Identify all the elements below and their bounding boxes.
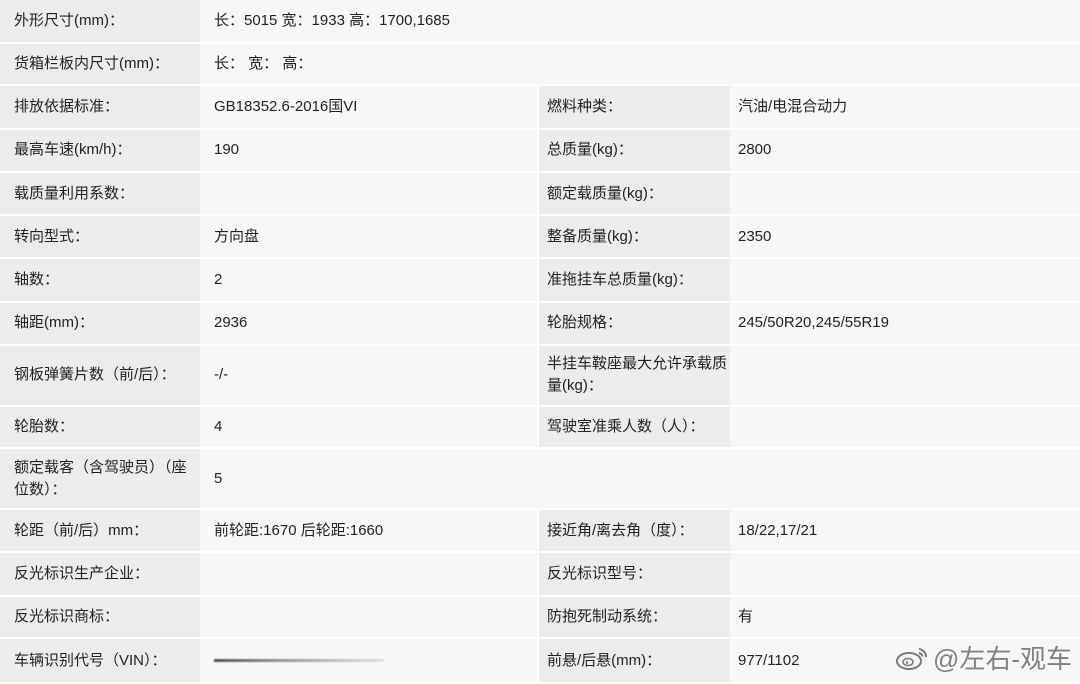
table-row: 载质量利用系数： 额定载质量(kg)： — [0, 171, 1080, 217]
spec-value: -/- — [200, 344, 538, 407]
spec-value: 汽油/电混合动力 — [730, 85, 1080, 131]
spec-label: 接近角/离去角（度）： — [537, 509, 730, 553]
table-row: 货箱栏板内尺寸(mm)： 长： 宽： 高： — [0, 42, 1080, 87]
spec-value — [730, 344, 1080, 407]
spec-label: 载质量利用系数： — [0, 171, 200, 217]
spec-value: 2350 — [730, 215, 1080, 260]
vin-value — [200, 638, 538, 684]
spec-label: 货箱栏板内尺寸(mm)： — [0, 42, 200, 87]
spec-label: 轮胎规格： — [537, 301, 730, 346]
spec-label: 钢板弹簧片数（前/后）： — [0, 344, 200, 407]
spec-value: 长：5015 宽：1933 高：1700,1685 — [200, 0, 1080, 44]
table-row: 轮距（前/后）mm： 前轮距:1670 后轮距:1660 接近角/离去角（度）：… — [0, 509, 1080, 553]
table-row: 轮胎数： 4 驾驶室准乘人数（人）： — [0, 405, 1080, 450]
weibo-watermark: @左右-观车 — [895, 639, 1072, 676]
table-row: 钢板弹簧片数（前/后）： -/- 半挂车鞍座最大允许承载质量(kg)： — [0, 344, 1080, 407]
spec-value: 190 — [200, 129, 538, 173]
spec-label: 轴数： — [0, 258, 200, 303]
table-row: 排放依据标准： GB18352.6-2016国VI 燃料种类： 汽油/电混合动力 — [0, 85, 1080, 131]
spec-value: GB18352.6-2016国VI — [200, 85, 538, 131]
spec-value: 2 — [200, 258, 538, 303]
spec-label: 反光标识商标： — [0, 595, 200, 640]
spec-value — [200, 551, 538, 597]
spec-value: 2800 — [730, 129, 1080, 173]
spec-value — [730, 258, 1080, 303]
spec-value — [200, 171, 538, 217]
spec-value: 前轮距:1670 后轮距:1660 — [200, 509, 538, 553]
spec-label: 转向型式： — [0, 215, 200, 260]
spec-label: 整备质量(kg)： — [537, 215, 730, 260]
spec-value — [730, 171, 1080, 217]
spec-value — [730, 405, 1080, 450]
spec-label: 轴距(mm)： — [0, 301, 200, 346]
spec-label: 驾驶室准乘人数（人）： — [537, 405, 730, 450]
spec-value: 245/50R20,245/55R19 — [730, 301, 1080, 346]
table-row: 转向型式： 方向盘 整备质量(kg)： 2350 — [0, 215, 1080, 260]
spec-label: 轮胎数： — [0, 405, 200, 450]
spec-label: 半挂车鞍座最大允许承载质量(kg)： — [537, 344, 730, 407]
spec-label: 额定载客（含驾驶员）（座位数）： — [0, 448, 200, 511]
table-row: 轴距(mm)： 2936 轮胎规格： 245/50R20,245/55R19 — [0, 301, 1080, 346]
table-row: 额定载客（含驾驶员）（座位数）： 5 — [0, 448, 1080, 511]
spec-value: 4 — [200, 405, 538, 450]
spec-label: 反光标识型号： — [537, 551, 730, 597]
table-row: 反光标识生产企业： 反光标识型号： — [0, 551, 1080, 597]
table-row: 外形尺寸(mm)： 长：5015 宽：1933 高：1700,1685 — [0, 0, 1080, 44]
spec-label: 排放依据标准： — [0, 85, 200, 131]
spec-label: 车辆识别代号（VIN）： — [0, 638, 200, 684]
spec-label: 防抱死制动系统： — [537, 595, 730, 640]
spec-label: 前悬/后悬(mm)： — [537, 638, 730, 684]
table-row: 反光标识商标： 防抱死制动系统： 有 — [0, 595, 1080, 640]
spec-value — [730, 551, 1080, 597]
spec-value: 长： 宽： 高： — [200, 42, 1080, 87]
spec-label: 准拖挂车总质量(kg)： — [537, 258, 730, 303]
table-row: 轴数： 2 准拖挂车总质量(kg)： — [0, 258, 1080, 303]
spec-label: 最高车速(km/h)： — [0, 129, 200, 173]
spec-table: 外形尺寸(mm)： 长：5015 宽：1933 高：1700,1685 货箱栏板… — [0, 0, 1080, 684]
spec-label: 燃料种类： — [537, 85, 730, 131]
watermark-text: @左右-观车 — [932, 644, 1072, 674]
spec-label: 轮距（前/后）mm： — [0, 509, 200, 553]
spec-value — [200, 595, 538, 640]
spec-label: 外形尺寸(mm)： — [0, 0, 200, 44]
spec-label: 额定载质量(kg)： — [537, 171, 730, 217]
spec-label: 总质量(kg)： — [537, 129, 730, 173]
spec-value: 5 — [200, 448, 1080, 511]
vin-redaction — [214, 659, 384, 663]
spec-label: 反光标识生产企业： — [0, 551, 200, 597]
spec-value: 有 — [730, 595, 1080, 640]
table-row: 最高车速(km/h)： 190 总质量(kg)： 2800 — [0, 129, 1080, 173]
spec-value: 2936 — [200, 301, 538, 346]
weibo-icon — [895, 647, 927, 670]
spec-value: 18/22,17/21 — [730, 509, 1080, 553]
spec-value: 方向盘 — [200, 215, 538, 260]
